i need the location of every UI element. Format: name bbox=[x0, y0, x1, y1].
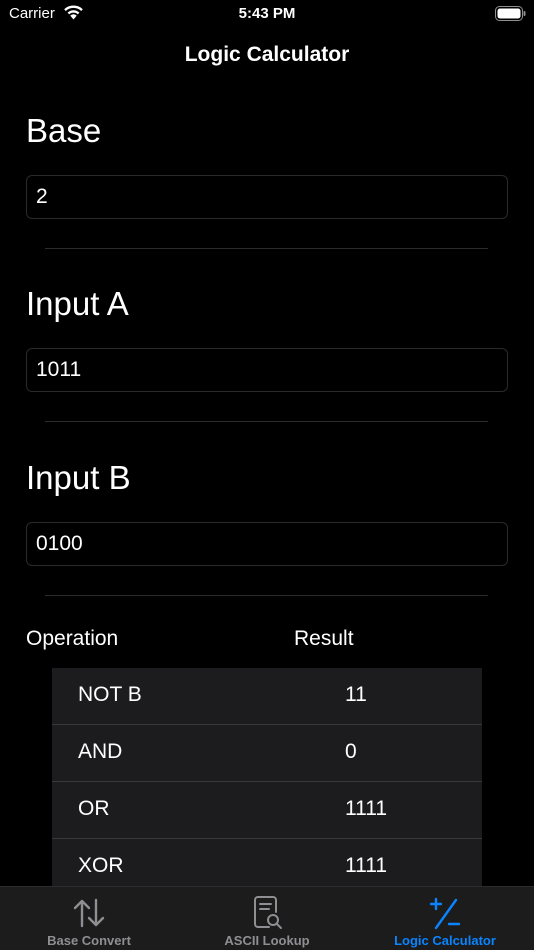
result-cell: 1111 bbox=[345, 854, 388, 877]
section-divider bbox=[45, 248, 488, 249]
table-row: AND 0 bbox=[52, 725, 482, 782]
input-a-label: Input A bbox=[26, 285, 129, 322]
tab-bar: Base Convert ASCII Lookup Logic Calculat… bbox=[0, 886, 534, 950]
input-b-field[interactable] bbox=[26, 522, 508, 566]
base-label: Base bbox=[26, 112, 102, 149]
tab-ascii-lookup[interactable]: ASCII Lookup bbox=[178, 887, 356, 950]
table-row: NOT B 11 bbox=[52, 668, 482, 725]
battery-icon bbox=[495, 6, 526, 21]
operation-cell: NOT B bbox=[78, 683, 142, 706]
input-b-label: Input B bbox=[26, 459, 131, 496]
input-a-field[interactable] bbox=[26, 348, 508, 392]
tab-logic-calculator[interactable]: Logic Calculator bbox=[356, 887, 534, 950]
result-cell: 0 bbox=[345, 740, 357, 763]
plus-minus-icon bbox=[429, 897, 461, 930]
tab-label: ASCII Lookup bbox=[224, 933, 310, 948]
result-cell: 1111 bbox=[345, 797, 388, 820]
operation-cell: XOR bbox=[78, 854, 124, 877]
section-divider bbox=[45, 421, 488, 422]
status-bar: Carrier 5:43 PM bbox=[0, 0, 534, 28]
tab-label: Base Convert bbox=[47, 933, 131, 948]
result-cell: 11 bbox=[345, 683, 367, 706]
operation-cell: OR bbox=[78, 797, 110, 820]
page-title: Logic Calculator bbox=[184, 43, 350, 66]
operation-cell: AND bbox=[78, 740, 123, 763]
status-time: 5:43 PM bbox=[238, 5, 296, 22]
section-divider bbox=[45, 595, 488, 596]
up-down-arrows-icon bbox=[73, 898, 105, 928]
base-input[interactable] bbox=[26, 175, 508, 219]
tab-label: Logic Calculator bbox=[394, 933, 496, 948]
operation-column-header: Operation bbox=[26, 627, 119, 650]
tab-base-convert[interactable]: Base Convert bbox=[0, 887, 178, 950]
logic-calculator-screen: Carrier 5:43 PM Logic Calculator Base In… bbox=[0, 0, 534, 950]
results-table: NOT B 11 AND 0 OR 1111 XOR 1111 bbox=[52, 668, 482, 896]
table-row: OR 1111 bbox=[52, 782, 482, 839]
result-column-header: Result bbox=[294, 627, 354, 650]
document-search-icon bbox=[254, 896, 282, 929]
